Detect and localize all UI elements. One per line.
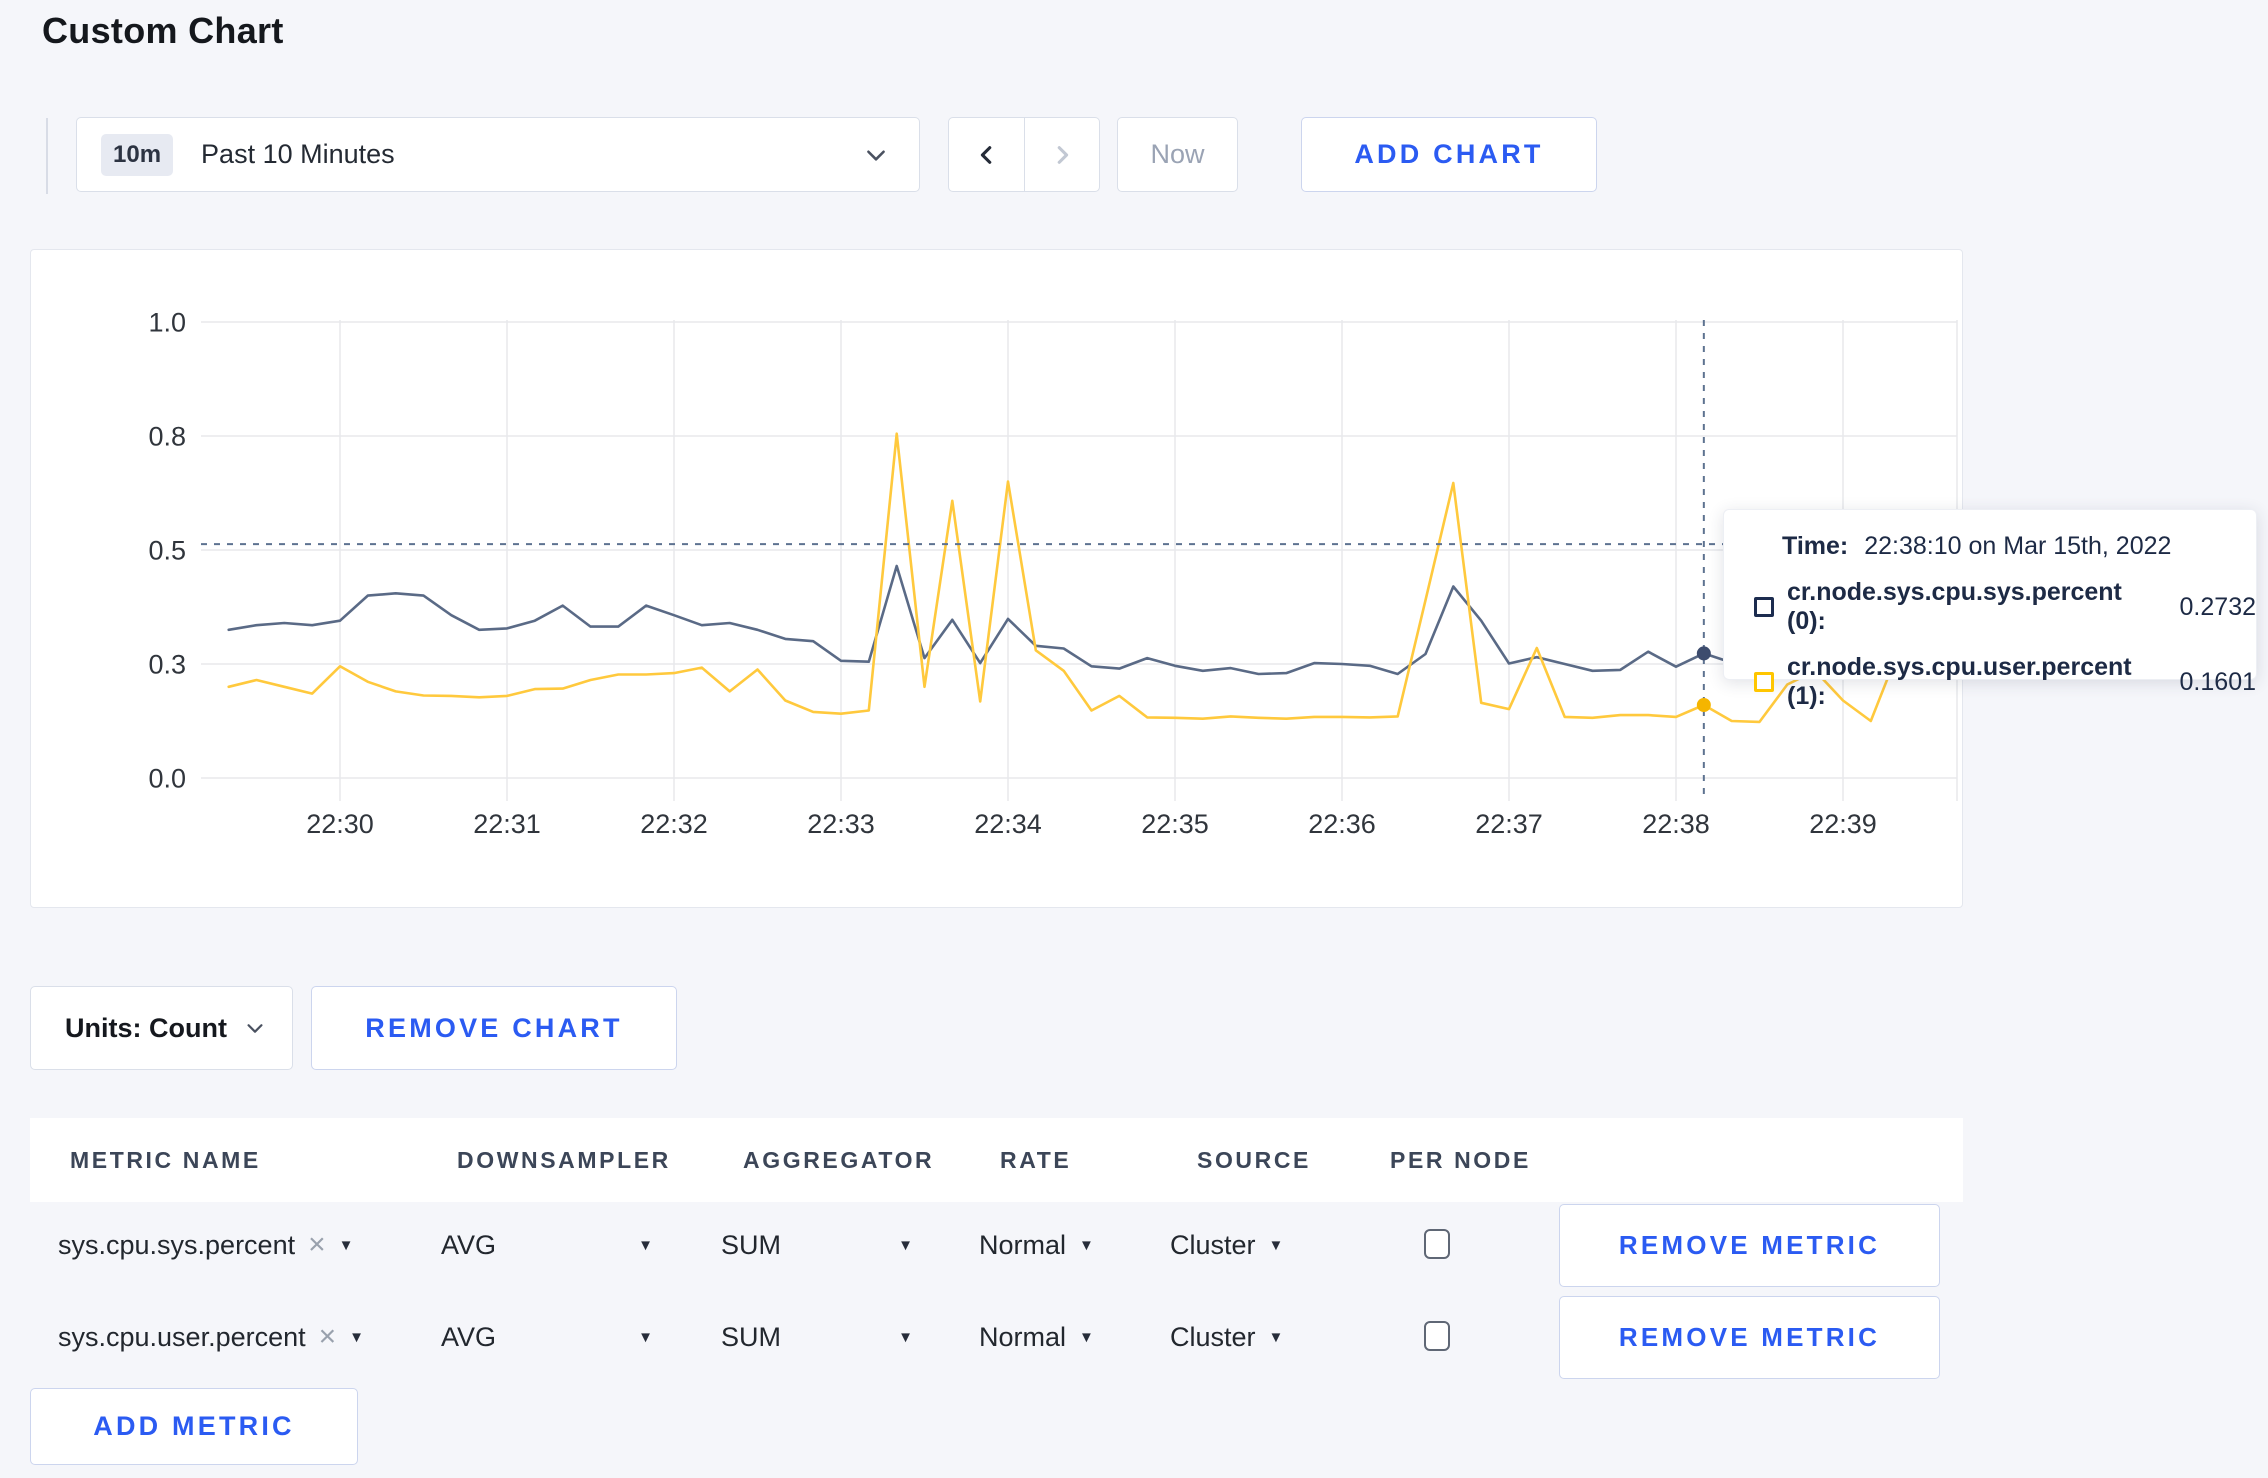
aggregator-select[interactable]: SUM ▼ (721, 1222, 913, 1268)
col-header-metric-name: METRIC NAME (70, 1147, 261, 1173)
x-tick-label: 22:32 (640, 809, 708, 839)
downsampler-value: AVG (441, 1321, 497, 1352)
clear-metric-icon[interactable]: × (308, 1230, 326, 1260)
x-tick-label: 22:31 (473, 809, 541, 839)
add-chart-button[interactable]: ADD CHART (1301, 117, 1597, 192)
tooltip-time-row: Time: 22:38:10 on Mar 15th, 2022 (1782, 532, 2256, 561)
caret-down-icon: ▼ (1079, 1236, 1094, 1254)
y-tick-label: 1.0 (148, 307, 186, 337)
tooltip-series-value: 0.2732 (2179, 592, 2256, 621)
now-button[interactable]: Now (1117, 117, 1238, 192)
downsampler-select[interactable]: AVG ▼ (441, 1222, 653, 1268)
prev-window-button[interactable] (949, 118, 1024, 191)
time-range-label: Past 10 Minutes (201, 139, 395, 169)
series-line-0 (227, 564, 1900, 676)
x-tick-label: 22:33 (807, 809, 875, 839)
metrics-table-header: METRIC NAME DOWNSAMPLER AGGREGATOR RATE … (30, 1118, 1963, 1202)
chevron-down-icon (247, 1024, 263, 1033)
rate-select[interactable]: Normal ▼ (979, 1314, 1094, 1360)
caret-down-icon: ▼ (898, 1328, 913, 1346)
page-title: Custom Chart (42, 10, 284, 51)
chevron-down-icon (867, 149, 885, 161)
time-range-badge: 10m (101, 133, 174, 176)
tooltip-series-name: cr.node.sys.cpu.sys.percent (0): (1787, 578, 2122, 635)
series-swatch-sys (1754, 597, 1774, 617)
rate-select[interactable]: Normal ▼ (979, 1222, 1094, 1268)
caret-down-icon: ▼ (338, 1236, 354, 1254)
units-dropdown[interactable]: Units: Count (30, 986, 293, 1070)
caret-down-icon: ▼ (349, 1328, 365, 1346)
col-header-rate: RATE (1000, 1147, 1072, 1173)
x-tick-label: 22:39 (1809, 809, 1877, 839)
hover-dot-1 (1696, 697, 1711, 712)
rate-value: Normal (979, 1229, 1067, 1260)
x-tick-label: 22:38 (1642, 809, 1710, 839)
chevron-left-icon (980, 145, 991, 164)
caret-down-icon: ▼ (1079, 1328, 1094, 1346)
remove-metric-button[interactable]: REMOVE METRIC (1559, 1296, 1940, 1379)
source-select[interactable]: Cluster ▼ (1170, 1222, 1283, 1268)
caret-down-icon: ▼ (1268, 1236, 1284, 1254)
time-range-dropdown[interactable]: 10m Past 10 Minutes (76, 117, 920, 192)
tooltip-series-name: cr.node.sys.cpu.user.percent (1): (1787, 653, 2132, 710)
aggregator-select[interactable]: SUM ▼ (721, 1314, 913, 1360)
downsampler-value: AVG (441, 1229, 497, 1260)
col-header-source: SOURCE (1197, 1147, 1312, 1173)
series-line-1 (227, 432, 1900, 724)
hover-dot-0 (1696, 646, 1711, 661)
add-metric-button[interactable]: ADD METRIC (30, 1388, 358, 1465)
metric-name-value: sys.cpu.sys.percent (58, 1229, 296, 1260)
tooltip-time-label: Time: (1782, 532, 1849, 560)
y-tick-label: 0.5 (148, 535, 186, 565)
aggregator-value: SUM (721, 1229, 781, 1260)
x-tick-label: 22:34 (974, 809, 1042, 839)
x-tick-label: 22:30 (306, 809, 374, 839)
tooltip-series-row: cr.node.sys.cpu.user.percent (1): 0.1601 (1754, 653, 2256, 711)
chevron-right-icon (1057, 145, 1069, 164)
remove-metric-button[interactable]: REMOVE METRIC (1559, 1204, 1940, 1287)
metric-name-select[interactable]: sys.cpu.sys.percent × ▼ (58, 1222, 353, 1268)
aggregator-value: SUM (721, 1321, 781, 1352)
source-value: Cluster (1170, 1321, 1256, 1352)
y-tick-label: 0.8 (148, 421, 186, 451)
x-tick-label: 22:37 (1475, 809, 1543, 839)
col-header-aggregator: AGGREGATOR (743, 1147, 935, 1173)
caret-down-icon: ▼ (1268, 1328, 1284, 1346)
y-tick-label: 0.0 (148, 763, 186, 793)
y-tick-label: 0.3 (148, 649, 186, 679)
caret-down-icon: ▼ (898, 1236, 913, 1254)
series-swatch-user (1754, 672, 1774, 692)
downsampler-select[interactable]: AVG ▼ (441, 1314, 653, 1360)
source-select[interactable]: Cluster ▼ (1170, 1314, 1283, 1360)
metric-name-select[interactable]: sys.cpu.user.percent × ▼ (58, 1314, 364, 1360)
caret-down-icon: ▼ (638, 1328, 653, 1346)
col-header-per-node: PER NODE (1390, 1147, 1531, 1173)
chart-tooltip: Time: 22:38:10 on Mar 15th, 2022 cr.node.… (1723, 509, 2257, 710)
units-label: Units: Count (65, 1012, 227, 1043)
per-node-checkbox[interactable] (1424, 1321, 1450, 1351)
cpu-usage-chart[interactable]: 0.0 0.3 0.5 0.8 1.0 22:30 22:31 22:32 22:33 22:34… (31, 250, 1962, 907)
tooltip-time-value: 22:38:10 on Mar 15th, 2022 (1864, 532, 2172, 560)
source-value: Cluster (1170, 1229, 1256, 1260)
next-window-button[interactable] (1024, 118, 1099, 191)
controls-divider (46, 118, 48, 194)
caret-down-icon: ▼ (638, 1236, 653, 1254)
remove-chart-button[interactable]: REMOVE CHART (311, 986, 677, 1070)
clear-metric-icon[interactable]: × (319, 1322, 337, 1352)
metric-name-value: sys.cpu.user.percent (58, 1321, 306, 1352)
chart-card: 0.0 0.3 0.5 0.8 1.0 22:30 22:31 22:32 22:33 22:34… (30, 249, 1963, 908)
time-window-nav (948, 117, 1100, 192)
tooltip-series-value: 0.1601 (2179, 667, 2256, 696)
rate-value: Normal (979, 1321, 1067, 1352)
tooltip-series-row: cr.node.sys.cpu.sys.percent (0): 0.2732 (1754, 578, 2256, 636)
x-tick-label: 22:35 (1141, 809, 1209, 839)
per-node-checkbox[interactable] (1424, 1229, 1450, 1259)
x-tick-label: 22:36 (1308, 809, 1376, 839)
col-header-downsampler: DOWNSAMPLER (457, 1147, 671, 1173)
